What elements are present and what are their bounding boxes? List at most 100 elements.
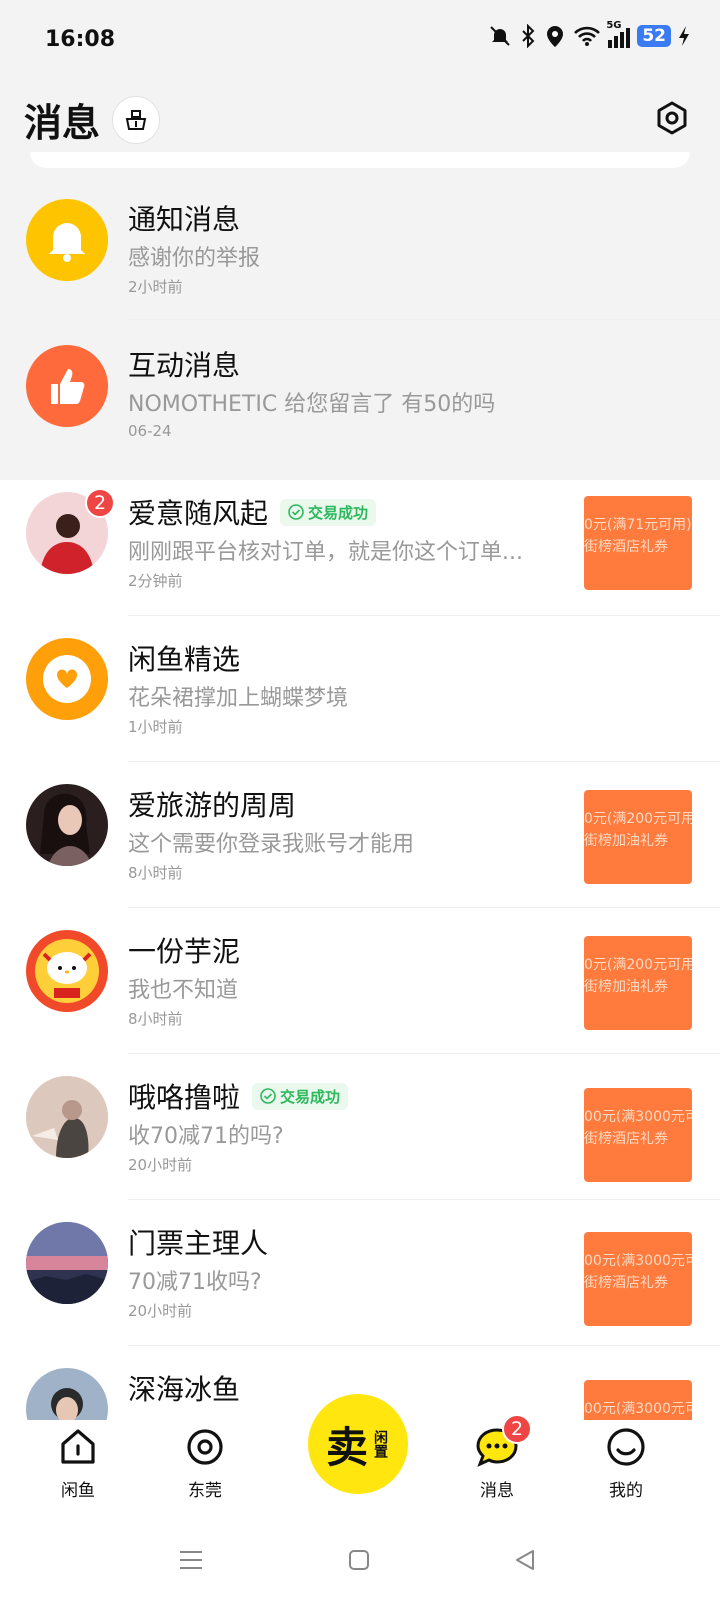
bluetooth-icon xyxy=(522,24,535,48)
thumb-line: 0元(满71元可用) xyxy=(584,517,692,533)
thumb-line: 00元(满3000元可 xyxy=(584,1109,692,1125)
item-thumbnail[interactable]: 00元(满3000元可 街榜酒店礼券 xyxy=(584,1232,692,1326)
home-nav-icon[interactable] xyxy=(347,1548,371,1572)
notice-row[interactable]: 通知消息 感谢你的举报 2小时前 xyxy=(0,172,720,320)
row-name: 爱意随风起 交易成功 xyxy=(128,492,377,532)
sell-button[interactable]: 卖 闲置 xyxy=(308,1394,408,1494)
tag-label: 交易成功 xyxy=(308,503,369,522)
tab-label: 我的 xyxy=(609,1481,643,1501)
thumb-line: 街榜酒店礼券 xyxy=(584,539,668,555)
pull-indicator xyxy=(30,152,690,168)
charging-icon xyxy=(679,26,689,46)
row-time: 2分钟前 xyxy=(128,572,183,590)
row-name: 通知消息 xyxy=(128,203,241,236)
row-time: 06-24 xyxy=(128,422,172,440)
trade-success-tag: 交易成功 xyxy=(280,498,377,526)
thumb-line: 00元(满3000元可 xyxy=(584,1253,692,1269)
row-message: NOMOTHETIC 给您留言了 有50的吗 xyxy=(128,392,496,417)
tab-messages[interactable]: 消息 xyxy=(447,1426,547,1501)
location-icon xyxy=(547,26,564,47)
check-circle-icon xyxy=(288,504,304,520)
conversation-row[interactable]: 爱旅游的周周 这个需要你登录我账号才能用 8小时前 0元(满200元可用 街榜加油… xyxy=(0,760,720,908)
sell-label: 卖 xyxy=(325,1422,368,1472)
location-pin-icon xyxy=(187,1429,223,1465)
sell-sub-label: 闲置 xyxy=(372,1430,388,1458)
trade-success-tag: 交易成功 xyxy=(252,1082,349,1110)
mute-bell-icon xyxy=(490,26,511,46)
unread-badge: 2 xyxy=(85,488,115,518)
bell-avatar xyxy=(26,199,108,281)
check-circle-icon xyxy=(260,1088,276,1104)
thumbs-up-avatar xyxy=(26,345,108,427)
page-header: 消息 xyxy=(0,90,720,150)
heart-icon xyxy=(56,669,78,688)
bell-icon xyxy=(49,223,85,262)
thumb-line: 街榜加油礼券 xyxy=(584,833,668,849)
status-time: 16:08 xyxy=(45,27,116,52)
conversation-row[interactable]: 门票主理人 70减71收吗? 20小时前 00元(满3000元可 街榜酒店礼券 xyxy=(0,1198,720,1346)
tab-home[interactable]: 闲鱼 xyxy=(28,1426,128,1501)
user-avatar xyxy=(26,1076,108,1158)
xianyu-select-avatar xyxy=(26,638,108,720)
tab-label: 闲鱼 xyxy=(61,1481,95,1501)
item-thumbnail[interactable]: 0元(满71元可用) 街榜酒店礼券 xyxy=(584,496,692,590)
robot-button[interactable] xyxy=(112,96,160,144)
thumbs-up-icon xyxy=(51,369,85,404)
network-type: 5G xyxy=(606,20,622,31)
thumb-line: 00元(满3000元可 xyxy=(584,1401,692,1417)
thumb-line: 街榜酒店礼券 xyxy=(584,1275,668,1291)
thumb-line: 0元(满200元可用 xyxy=(584,811,692,827)
row-name: 爱旅游的周周 xyxy=(128,789,297,822)
conversation-row[interactable]: 哦咯撸啦 交易成功 收70减71的吗? 20小时前 00元(满3000元可 街榜酒店… xyxy=(0,1052,720,1200)
back-nav-icon[interactable] xyxy=(513,1548,537,1572)
home-icon xyxy=(61,1429,95,1464)
row-message: 我也不知道 xyxy=(128,978,239,1003)
messages-badge: 2 xyxy=(502,1414,532,1444)
row-time: 20小时前 xyxy=(128,1156,193,1174)
row-time: 8小时前 xyxy=(128,864,183,882)
tab-city[interactable]: 东莞 xyxy=(155,1426,255,1501)
row-message: 花朵裙撑加上蝴蝶梦境 xyxy=(128,686,349,711)
row-name: 闲鱼精选 xyxy=(128,643,241,676)
conversation-row[interactable]: 闲鱼精选 花朵裙撑加上蝴蝶梦境 1小时前 xyxy=(0,614,720,762)
conversation-row[interactable]: 一份芋泥 我也不知道 8小时前 0元(满200元可用 街榜加油礼券 xyxy=(0,906,720,1054)
user-avatar xyxy=(26,1222,108,1304)
user-avatar xyxy=(26,1368,108,1420)
row-name: 深海冰鱼 xyxy=(128,1373,241,1406)
row-message: 70减71收吗? xyxy=(128,1270,262,1295)
row-name: 互动消息 xyxy=(128,349,241,382)
tab-label: 东莞 xyxy=(188,1481,222,1501)
broom-icon xyxy=(125,110,147,130)
page-title: 消息 xyxy=(24,101,101,145)
row-name: 哦咯撸啦 交易成功 xyxy=(128,1076,349,1116)
thumb-line: 街榜酒店礼券 xyxy=(584,1131,668,1147)
thumb-line: 街榜加油礼券 xyxy=(584,979,668,995)
row-time: 8小时前 xyxy=(128,1010,183,1028)
item-thumbnail[interactable]: 00元(满3000元可 街榜酒店礼券 xyxy=(584,1088,692,1182)
row-time: 1小时前 xyxy=(128,718,183,736)
interaction-row[interactable]: 互动消息 NOMOTHETIC 给您留言了 有50的吗 06-24 xyxy=(0,320,720,468)
conversation-row[interactable]: 2 爱意随风起 交易成功 刚刚跟平台核对订单，就是你这个订单... 2分钟前 0元… xyxy=(0,468,720,616)
tab-mine[interactable]: 我的 xyxy=(576,1426,676,1501)
settings-button[interactable] xyxy=(652,98,692,138)
row-message: 刚刚跟平台核对订单，就是你这个订单... xyxy=(128,540,523,565)
status-icons: 5G 52 xyxy=(488,20,690,48)
row-name: 门票主理人 xyxy=(128,1227,269,1260)
smile-icon xyxy=(607,1428,645,1466)
item-thumbnail[interactable]: 0元(满200元可用 街榜加油礼券 xyxy=(584,790,692,884)
row-time: 2小时前 xyxy=(128,278,183,296)
contact-name: 爱意随风起 xyxy=(128,497,269,530)
item-thumbnail[interactable]: 00元(满3000元可 xyxy=(584,1380,692,1420)
tab-label: 消息 xyxy=(480,1481,514,1501)
row-name: 一份芋泥 xyxy=(128,935,241,968)
battery-level: 52 xyxy=(637,25,671,47)
user-avatar xyxy=(26,930,108,1012)
status-bar: 16:08 5G 52 xyxy=(0,0,720,80)
contact-name: 哦咯撸啦 xyxy=(128,1081,241,1114)
row-message: 感谢你的举报 xyxy=(128,246,261,271)
signal-icon: 5G xyxy=(606,20,631,48)
menu-nav-icon[interactable] xyxy=(178,1548,204,1572)
row-message: 收70减71的吗? xyxy=(128,1124,284,1149)
row-message: 这个需要你登录我账号才能用 xyxy=(128,832,415,857)
item-thumbnail[interactable]: 0元(满200元可用 街榜加油礼券 xyxy=(584,936,692,1030)
